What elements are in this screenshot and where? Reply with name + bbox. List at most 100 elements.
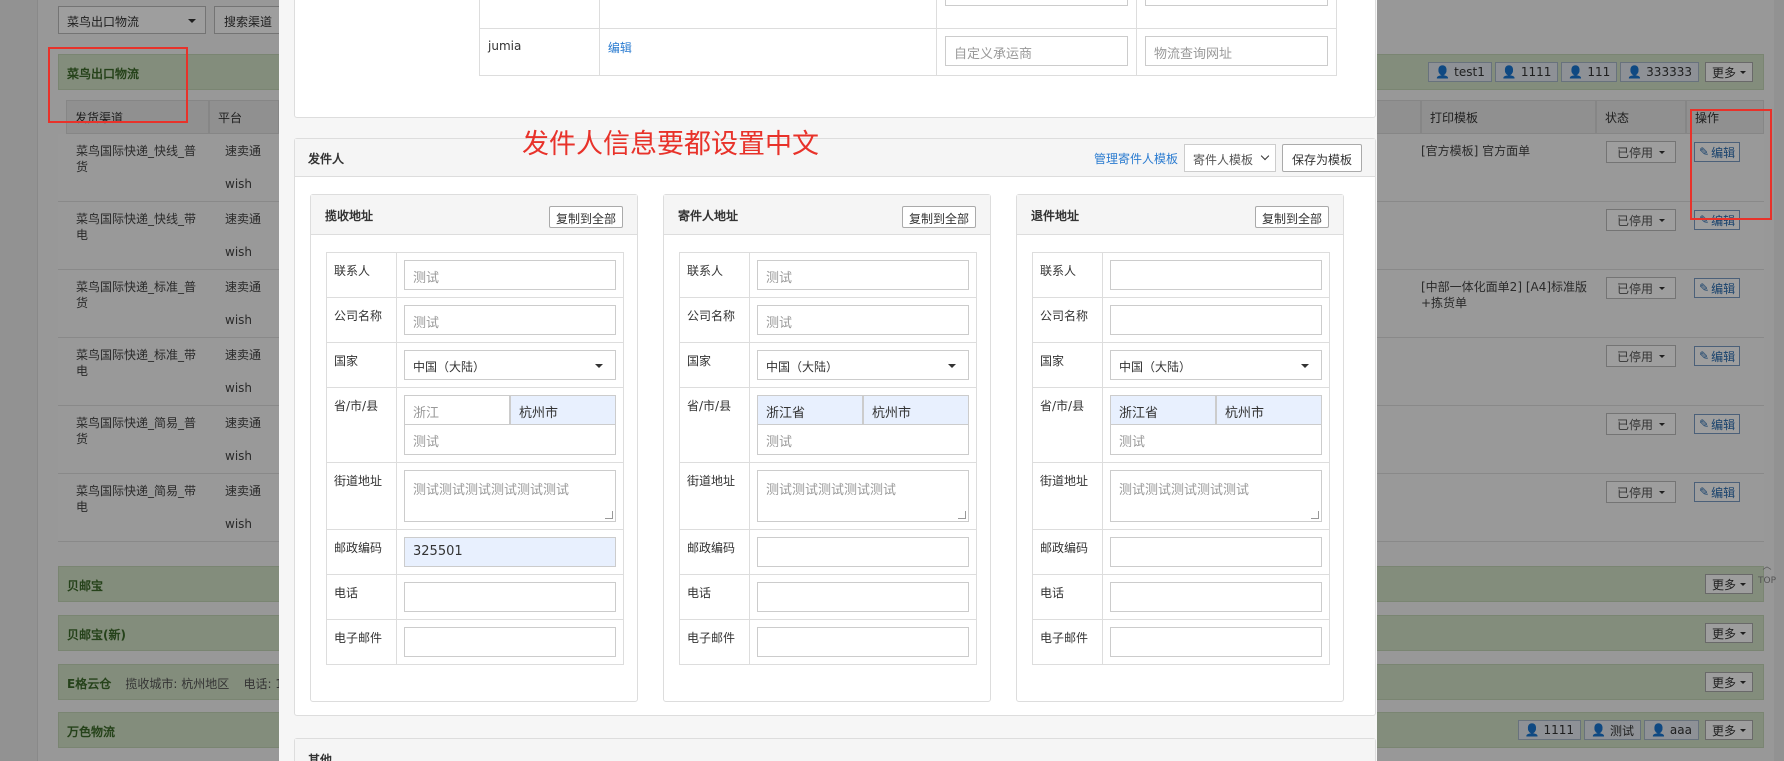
custom-carrier-input[interactable]: 自定义承运商 xyxy=(944,36,1128,66)
return-address-panel: 退件地址 复制到全部 联系人 公司名称 国家 中国（大陆） 省/市/县 浙江省 杭… xyxy=(1016,194,1344,702)
province-city-group: 浙江 杭州市 xyxy=(404,395,616,425)
field-label: 联系人 xyxy=(679,252,750,298)
postal-code-input[interactable]: 325501 xyxy=(404,537,616,567)
company-input[interactable] xyxy=(1110,305,1322,335)
county-input[interactable]: 测试 xyxy=(757,425,969,455)
caret-down-icon xyxy=(595,364,603,372)
tracking-url-input[interactable] xyxy=(1144,0,1328,6)
country-value: 中国（大陆） xyxy=(1119,360,1192,374)
form-row: 公司名称 xyxy=(1032,297,1330,343)
field-label: 国家 xyxy=(326,342,397,388)
carrier-input[interactable] xyxy=(944,0,1128,6)
country-select[interactable]: 中国（大陆） xyxy=(757,350,969,380)
email-input[interactable] xyxy=(404,627,616,657)
province-input[interactable]: 浙江 xyxy=(404,395,510,425)
resize-grip-icon[interactable] xyxy=(958,511,966,519)
field-label: 街道地址 xyxy=(326,462,397,530)
company-input[interactable]: 测试 xyxy=(404,305,616,335)
field-label: 电话 xyxy=(679,574,750,620)
company-input[interactable]: 测试 xyxy=(757,305,969,335)
field-label: 公司名称 xyxy=(679,297,750,343)
province-city-group: 浙江省 杭州市 xyxy=(1110,395,1322,425)
sender-template-select[interactable]: 寄件人模板 xyxy=(1183,144,1276,172)
field-label: 联系人 xyxy=(326,252,397,298)
province-input[interactable]: 浙江省 xyxy=(757,395,863,425)
form-row: 街道地址 测试测试测试测试测试 xyxy=(1032,462,1330,530)
carrier-card: jumia 编辑 自定义承运商 物流查询网址 xyxy=(294,0,1376,118)
email-input[interactable] xyxy=(1110,627,1322,657)
form-row: 电话 xyxy=(326,574,624,620)
field-label: 国家 xyxy=(1032,342,1103,388)
resize-grip-icon[interactable] xyxy=(605,511,613,519)
county-input[interactable]: 测试 xyxy=(404,425,616,455)
field-label: 公司名称 xyxy=(1032,297,1103,343)
form-row: 电子邮件 xyxy=(1032,619,1330,665)
address-form: 联系人 公司名称 国家 中国（大陆） 省/市/县 浙江省 杭州市 测试 街道地址测… xyxy=(1032,252,1330,665)
form-row: 联系人 测试 xyxy=(679,252,977,298)
county-input[interactable]: 测试 xyxy=(1110,425,1322,455)
form-row: 国家 中国（大陆） xyxy=(326,342,624,388)
caret-down-icon xyxy=(1301,364,1309,372)
field-label: 邮政编码 xyxy=(1032,529,1103,575)
postal-code-input[interactable] xyxy=(757,537,969,567)
field-label: 电话 xyxy=(1032,574,1103,620)
province-input[interactable]: 浙江省 xyxy=(1110,395,1216,425)
address-form: 联系人 测试 公司名称 测试 国家 中国（大陆） 省/市/县 浙江省 杭州市 测试 街… xyxy=(679,252,977,665)
street-value: 测试测试测试测试测试 xyxy=(766,483,897,498)
edit-link[interactable]: 编辑 xyxy=(608,41,632,55)
sender-card: 发件人 管理寄件人模板 寄件人模板 保存为模板 揽收地址 复制到全部 联系人 测试… xyxy=(294,138,1376,716)
city-input[interactable]: 杭州市 xyxy=(863,395,969,425)
phone-input[interactable] xyxy=(404,582,616,612)
street-textarea[interactable]: 测试测试测试测试测试测试 xyxy=(404,470,616,522)
form-row: 电话 xyxy=(679,574,977,620)
country-select[interactable]: 中国（大陆） xyxy=(1110,350,1322,380)
contact-input[interactable]: 测试 xyxy=(757,260,969,290)
annotation-text: 发件人信息要都设置中文 xyxy=(522,129,819,160)
copy-to-all-button[interactable]: 复制到全部 xyxy=(901,206,976,228)
contact-input[interactable] xyxy=(1110,260,1322,290)
city-input[interactable]: 杭州市 xyxy=(1216,395,1322,425)
field-label: 国家 xyxy=(679,342,750,388)
form-row: 电子邮件 xyxy=(326,619,624,665)
city-input[interactable]: 杭州市 xyxy=(510,395,616,425)
tracking-url-input[interactable]: 物流查询网址 xyxy=(1144,36,1328,66)
phone-input[interactable] xyxy=(1110,582,1322,612)
form-row: 邮政编码 325501 xyxy=(326,529,624,575)
postal-code-input[interactable] xyxy=(1110,537,1322,567)
field-label: 街道地址 xyxy=(679,462,750,530)
sender-address-panel: 寄件人地址 复制到全部 联系人 测试 公司名称 测试 国家 中国（大陆） 省/市/县 … xyxy=(663,194,991,702)
form-row: 省/市/县 浙江省 杭州市 测试 xyxy=(679,387,977,463)
form-row: 邮政编码 xyxy=(679,529,977,575)
street-value: 测试测试测试测试测试 xyxy=(1119,483,1250,498)
resize-grip-icon[interactable] xyxy=(1311,511,1319,519)
panel-title: 寄件人地址 xyxy=(678,209,739,223)
country-select[interactable]: 中国（大陆） xyxy=(404,350,616,380)
copy-to-all-button[interactable]: 复制到全部 xyxy=(1254,206,1329,228)
contact-input[interactable]: 测试 xyxy=(404,260,616,290)
phone-input[interactable] xyxy=(757,582,969,612)
field-label: 电子邮件 xyxy=(1032,619,1103,665)
street-textarea[interactable]: 测试测试测试测试测试 xyxy=(1110,470,1322,522)
panel-title: 退件地址 xyxy=(1031,209,1080,223)
annotation-box-group xyxy=(48,47,188,123)
panel-header: 寄件人地址 复制到全部 xyxy=(664,195,990,235)
table-row: jumia 编辑 自定义承运商 物流查询网址 xyxy=(479,28,1338,76)
caret-down-icon xyxy=(948,364,956,372)
form-row: 邮政编码 xyxy=(1032,529,1330,575)
form-row: 电话 xyxy=(1032,574,1330,620)
save-as-template-button[interactable]: 保存为模板 xyxy=(1281,144,1362,172)
street-textarea[interactable]: 测试测试测试测试测试 xyxy=(757,470,969,522)
street-value: 测试测试测试测试测试测试 xyxy=(413,483,570,498)
form-row: 国家 中国（大陆） xyxy=(679,342,977,388)
sender-template-value: 寄件人模板 xyxy=(1192,153,1253,167)
field-label: 省/市/县 xyxy=(326,387,397,463)
field-label: 街道地址 xyxy=(1032,462,1103,530)
manage-template-link[interactable]: 管理寄件人模板 xyxy=(1094,150,1178,167)
form-row: 省/市/县 浙江 杭州市 测试 xyxy=(326,387,624,463)
form-row: 街道地址 测试测试测试测试测试测试 xyxy=(326,462,624,530)
field-label: 省/市/县 xyxy=(679,387,750,463)
email-input[interactable] xyxy=(757,627,969,657)
copy-to-all-button[interactable]: 复制到全部 xyxy=(548,206,623,228)
form-row: 联系人 测试 xyxy=(326,252,624,298)
field-label: 电子邮件 xyxy=(326,619,397,665)
